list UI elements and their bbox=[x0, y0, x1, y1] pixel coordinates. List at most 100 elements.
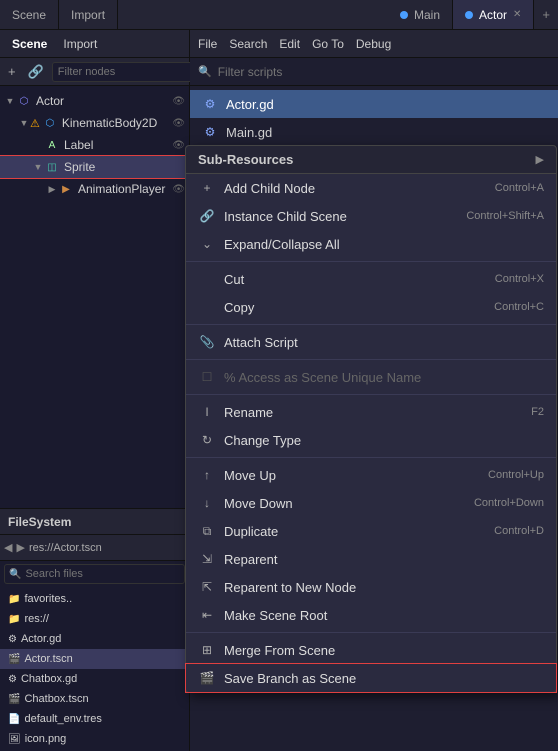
eye-icon: 👁 bbox=[172, 96, 185, 107]
add-tab-button[interactable]: + bbox=[534, 7, 558, 22]
context-menu-item-access-unique-name[interactable]: ☐ % Access as Scene Unique Name bbox=[186, 363, 556, 391]
tree-item-name: KinematicBody2D bbox=[62, 116, 157, 130]
file-name: Chatbox.tscn bbox=[24, 693, 88, 705]
right-panel-header: File Search Edit Go To Debug bbox=[190, 30, 558, 58]
context-menu-item-duplicate[interactable]: ⧉ Duplicate Control+D bbox=[186, 517, 556, 545]
tree-arrow-icon: ▶ bbox=[46, 184, 58, 195]
warning-icon: ⚠ bbox=[30, 117, 40, 130]
context-menu-item-make-scene-root[interactable]: ⇤ Make Scene Root bbox=[186, 601, 556, 629]
context-item-icon: ☐ bbox=[198, 370, 216, 384]
tree-item[interactable]: ▼◫Sprite bbox=[0, 156, 189, 178]
file-type-icon: ⚙ bbox=[8, 634, 17, 645]
context-menu-items: + Add Child Node Control+A 🔗 Instance Ch… bbox=[186, 174, 556, 692]
tree-item[interactable]: ▼⬡Actor 👁 bbox=[0, 90, 189, 112]
context-divider bbox=[186, 324, 556, 325]
context-menu-item-attach-script[interactable]: 📎 Attach Script bbox=[186, 328, 556, 356]
tab-bar: Scene Import Main Actor ✕ + bbox=[0, 0, 558, 30]
script-list-item[interactable]: ⚙ Main.gd bbox=[190, 118, 558, 146]
file-type-icon: 🎬 bbox=[8, 654, 20, 665]
filesystem-title: FileSystem bbox=[8, 515, 71, 529]
tree-item[interactable]: ▼⚠⬡KinematicBody2D 👁 bbox=[0, 112, 189, 134]
menu-item-file[interactable]: File bbox=[198, 37, 217, 51]
nav-forward-button[interactable]: ▶ bbox=[16, 541, 24, 554]
tab-main-label: Main bbox=[414, 8, 440, 22]
context-menu-item-change-type[interactable]: ↻ Change Type bbox=[186, 426, 556, 454]
context-menu-item-instance-child-scene[interactable]: 🔗 Instance Child Scene Control+Shift+A bbox=[186, 202, 556, 230]
filesystem-header: FileSystem bbox=[0, 509, 189, 535]
shortcut-label: Control+D bbox=[494, 525, 544, 537]
context-divider bbox=[186, 261, 556, 262]
nav-back-button[interactable]: ◀ bbox=[4, 541, 12, 554]
context-menu-item-move-down[interactable]: ↓ Move Down Control+Down bbox=[186, 489, 556, 517]
close-icon[interactable]: ✕ bbox=[513, 9, 521, 20]
script-list-item[interactable]: ⚙ Actor.gd bbox=[190, 90, 558, 118]
tree-item-name: AnimationPlayer bbox=[78, 182, 165, 196]
filter-icon: 🔍 bbox=[198, 65, 212, 78]
filesystem-toolbar: ◀ ▶ res://Actor.tscn bbox=[0, 535, 189, 561]
context-menu-item-save-branch[interactable]: 🎬 Save Branch as Scene bbox=[186, 664, 556, 692]
eye-icon: 👁 bbox=[172, 140, 185, 151]
context-item-icon: ↑ bbox=[198, 468, 216, 482]
import-tab[interactable]: Import bbox=[57, 37, 103, 51]
tree-arrow-icon: ▼ bbox=[4, 96, 16, 106]
filesystem-item[interactable]: ⚙ Chatbox.gd bbox=[0, 669, 189, 689]
shortcut-label: Control+A bbox=[495, 182, 544, 194]
file-name: icon.png bbox=[25, 733, 67, 745]
filesystem-item[interactable]: 🎬 Chatbox.tscn bbox=[0, 689, 189, 709]
filesystem-item[interactable]: 📁 res:// bbox=[0, 609, 189, 629]
tree-item[interactable]: ALabel 👁 bbox=[0, 134, 189, 156]
eye-icon: 👁 bbox=[172, 118, 185, 129]
filesystem-item[interactable]: 🎬 Actor.tscn bbox=[0, 649, 189, 669]
file-type-icon: 📁 bbox=[8, 594, 20, 605]
context-item-icon: ⧉ bbox=[198, 524, 216, 539]
file-type-icon: 🎬 bbox=[8, 694, 20, 705]
context-menu-item-add-child-node[interactable]: + Add Child Node Control+A bbox=[186, 174, 556, 202]
context-menu-item-cut[interactable]: Cut Control+X bbox=[186, 265, 556, 293]
filter-nodes-input[interactable] bbox=[52, 62, 206, 82]
tab-main[interactable]: Main bbox=[388, 0, 453, 29]
tree-item-name: Sprite bbox=[64, 160, 95, 174]
tab-actor[interactable]: Actor ✕ bbox=[453, 0, 534, 29]
filesystem-item[interactable]: ⚙ Actor.gd bbox=[0, 629, 189, 649]
tab-import[interactable]: Import bbox=[59, 0, 118, 29]
context-item-icon: ↓ bbox=[198, 496, 216, 510]
menu-item-go to[interactable]: Go To bbox=[312, 37, 344, 51]
context-menu-item-expand-collapse[interactable]: ⌄ Expand/Collapse All bbox=[186, 230, 556, 258]
context-item-label: Save Branch as Scene bbox=[224, 671, 544, 686]
add-node-button[interactable]: + bbox=[4, 62, 20, 81]
filesystem-item[interactable]: 📁 favorites.. bbox=[0, 589, 189, 609]
filesystem-item[interactable]: 📄 default_env.tres bbox=[0, 709, 189, 729]
context-item-label: Reparent to New Node bbox=[224, 580, 544, 595]
tree-item[interactable]: ▶▶AnimationPlayer 👁 bbox=[0, 178, 189, 200]
menu-item-edit[interactable]: Edit bbox=[279, 37, 300, 51]
context-item-label: Duplicate bbox=[224, 524, 494, 539]
scene-tab[interactable]: Scene bbox=[6, 37, 53, 51]
visibility-icons: 👁 bbox=[172, 140, 185, 151]
scene-tree: ▼⬡Actor 👁 ▼⚠⬡KinematicBody2D 👁 ALabel 👁 … bbox=[0, 86, 189, 508]
link-button[interactable]: 🔗 bbox=[24, 62, 48, 82]
filesystem-panel: FileSystem ◀ ▶ res://Actor.tscn 🔍 📁 favo… bbox=[0, 508, 189, 751]
context-menu-item-move-up[interactable]: ↑ Move Up Control+Up bbox=[186, 461, 556, 489]
menu-item-search[interactable]: Search bbox=[229, 37, 267, 51]
filesystem-list: 📁 favorites.. 📁 res:// ⚙ Actor.gd 🎬 Acto… bbox=[0, 587, 189, 751]
context-menu-item-reparent-to-new[interactable]: ⇱ Reparent to New Node bbox=[186, 573, 556, 601]
context-item-label: Rename bbox=[224, 405, 531, 420]
node-type-icon: ▶ bbox=[58, 181, 74, 197]
context-menu-item-copy[interactable]: Copy Control+C bbox=[186, 293, 556, 321]
filter-scripts-input[interactable] bbox=[218, 65, 550, 79]
tab-scene[interactable]: Scene bbox=[0, 0, 59, 29]
context-item-icon: ⌄ bbox=[198, 237, 216, 251]
context-item-icon: 🎬 bbox=[198, 671, 216, 685]
filesystem-item[interactable]: 🖼 icon.png bbox=[0, 729, 189, 749]
context-item-label: Copy bbox=[224, 300, 494, 315]
context-item-icon: ↻ bbox=[198, 433, 216, 447]
context-item-label: % Access as Scene Unique Name bbox=[224, 370, 544, 385]
context-item-label: Merge From Scene bbox=[224, 643, 544, 658]
context-menu-item-reparent[interactable]: ⇲ Reparent bbox=[186, 545, 556, 573]
context-menu-item-rename[interactable]: I Rename F2 bbox=[186, 398, 556, 426]
search-files-input[interactable] bbox=[25, 568, 145, 580]
context-item-label: Move Down bbox=[224, 496, 474, 511]
context-menu-item-merge-from-scene[interactable]: ⊞ Merge From Scene bbox=[186, 636, 556, 664]
menu-item-debug[interactable]: Debug bbox=[356, 37, 391, 51]
tab-actor-label: Actor bbox=[479, 8, 507, 22]
